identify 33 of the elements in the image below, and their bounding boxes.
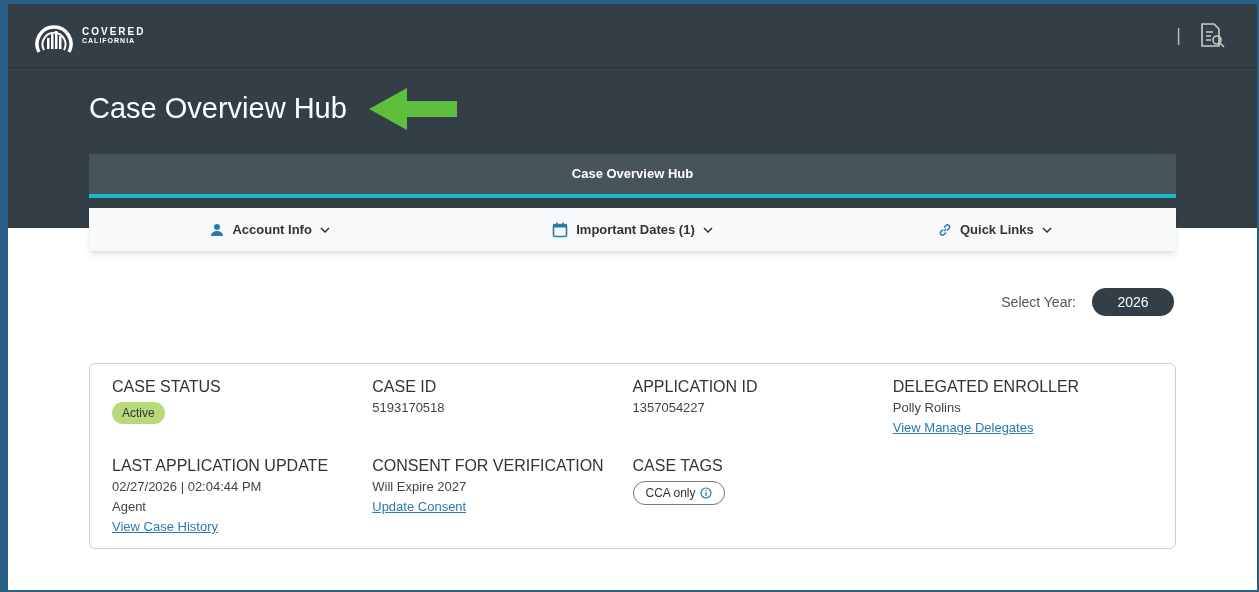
field-label: LAST APPLICATION UPDATE <box>112 456 330 476</box>
info-icon <box>699 487 712 499</box>
field-value: 02/27/2026 | 02:04:44 PM <box>112 478 263 496</box>
year-select[interactable]: 2026 <box>1092 288 1174 316</box>
field-label: APPLICATION ID <box>632 377 759 397</box>
field-value: 1357054227 <box>632 399 706 417</box>
header-divider: | <box>1176 24 1181 47</box>
field-label: CASE STATUS <box>112 377 222 397</box>
logo-wordmark: COVERED <box>82 27 146 37</box>
field-value: Will Expire 2027 <box>372 478 468 496</box>
page-title: Case Overview Hub <box>89 91 347 127</box>
select-year-label: Select Year: <box>1001 292 1076 312</box>
field-link[interactable]: Update Consent <box>372 497 467 517</box>
chevron-down-icon <box>702 226 713 233</box>
field-label: DELEGATED ENROLLER <box>892 377 1081 397</box>
chevron-down-icon <box>319 226 330 233</box>
calendar-icon <box>552 221 569 238</box>
field-label: CASE TAGS <box>632 456 724 476</box>
person-icon <box>210 222 225 237</box>
menu-dropdown[interactable]: Account Info <box>89 219 452 240</box>
menu-dropdown[interactable]: Important Dates (1) <box>451 219 814 240</box>
field-value: Polly Rolins <box>892 399 962 417</box>
field-value: Agent <box>112 498 147 516</box>
field-label: CONSENT FOR VERIFICATION <box>372 456 605 476</box>
field-link[interactable]: View Manage Delegates <box>892 418 1034 438</box>
link-icon <box>937 222 952 237</box>
field-link[interactable]: View Case History <box>112 517 218 537</box>
field-value: 5193170518 <box>372 399 446 417</box>
chevron-down-icon <box>1041 226 1052 233</box>
menu-dropdown[interactable]: Quick Links <box>813 219 1176 240</box>
status-badge: Active <box>112 402 165 424</box>
hub-title: Case Overview Hub <box>571 165 694 184</box>
field-label: CASE ID <box>372 377 438 397</box>
